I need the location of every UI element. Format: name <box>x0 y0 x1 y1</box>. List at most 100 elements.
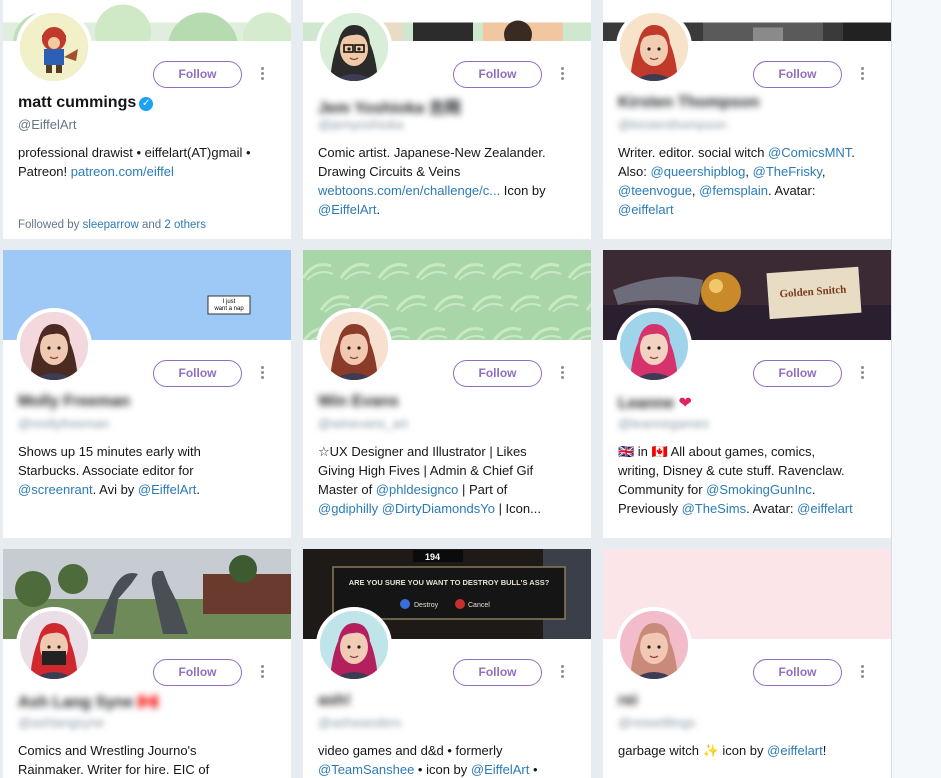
bio-text: Writer. editor. social witch <box>618 145 769 160</box>
profile-name[interactable]: Leanne ❤ <box>618 393 692 413</box>
bio-link[interactable]: @phldesignco <box>376 482 459 497</box>
followed-by: Followed by sleeparrow and 2 others <box>18 219 206 231</box>
bio-line: @teenvogue, @femsplain. Avatar: <box>618 181 880 200</box>
profile-bio: Shows up 15 minutes early with Starbucks.… <box>18 442 280 499</box>
verified-badge-icon: ✓ <box>139 97 154 111</box>
profile-handle[interactable]: @ashwanders <box>318 715 401 730</box>
follow-button[interactable]: Follow <box>753 659 842 686</box>
bio-link[interactable]: @TeamSanshee <box>318 762 414 777</box>
profile-name[interactable]: Molly Freeman <box>18 393 130 411</box>
profile-handle[interactable]: @reiweltlings <box>618 715 696 730</box>
profile-name[interactable]: Kirsten Thompson <box>618 94 759 112</box>
profile-name[interactable]: Jem Yoshioka 吉岡 <box>318 94 461 118</box>
profile-handle[interactable]: @winevans_art <box>318 416 408 431</box>
bio-text: Comic artist. Japanese-New Zealander. <box>318 145 546 160</box>
profile-card[interactable]: I just want a nap Follow Molly Freeman @mo… <box>3 250 291 538</box>
profile-avatar[interactable] <box>316 607 392 683</box>
bio-text: ☆UX Designer and Illustrator | Likes <box>318 444 527 459</box>
more-options-icon[interactable] <box>557 664 567 680</box>
profile-card[interactable]: Follow Jem Yoshioka 吉岡 @jemyoshioka Comic a… <box>303 0 591 239</box>
follow-button[interactable]: Follow <box>453 659 542 686</box>
more-options-icon[interactable] <box>257 664 267 680</box>
bio-link[interactable]: @eiffelart <box>797 501 853 516</box>
profile-name[interactable]: rei <box>618 692 638 710</box>
profile-card[interactable]: Golden Snitch Follow Leanne ❤ @leannegames… <box>603 250 891 538</box>
bio-text: 🇬🇧 in 🇨🇦 All about games, comics, <box>618 444 816 459</box>
profile-name[interactable]: ash! <box>318 692 351 710</box>
follow-button[interactable]: Follow <box>453 61 542 88</box>
follow-button[interactable]: Follow <box>153 360 242 387</box>
follow-button[interactable]: Follow <box>153 659 242 686</box>
bio-text: Previously <box>618 501 682 516</box>
bio-link[interactable]: @eiffelart <box>618 202 674 217</box>
profile-name[interactable]: matt cummings ✓ <box>18 94 154 112</box>
bio-link[interactable]: webtoons.com/en/challenge/c... <box>318 183 500 198</box>
profile-handle[interactable]: @leannegames <box>618 416 709 431</box>
profile-handle[interactable]: @jemyoshioka <box>318 117 403 132</box>
follow-button[interactable]: Follow <box>153 61 242 88</box>
profile-name-text: Jem Yoshioka 吉岡 <box>318 100 461 117</box>
profile-avatar[interactable] <box>316 9 392 85</box>
more-options-icon[interactable] <box>557 365 567 381</box>
bio-link[interactable]: @eiffelart <box>767 743 823 758</box>
profile-avatar[interactable] <box>16 607 92 683</box>
bio-link[interactable]: @EiffelArt <box>138 482 196 497</box>
more-options-icon[interactable] <box>257 66 267 82</box>
follow-button[interactable]: Follow <box>453 360 542 387</box>
profile-card[interactable]: Follow rei @reiweltlings garbage witch ✨ ic… <box>603 549 891 778</box>
bio-line: Shows up 15 minutes early with <box>18 442 280 461</box>
bio-line: Comic artist. Japanese-New Zealander. <box>318 143 580 162</box>
bio-text: Giving High Fives | Admin & Chief Gif <box>318 463 534 478</box>
profile-card[interactable]: Follow Ash Lang Syne 🇨🇦 @ashlangsyne Comics… <box>3 549 291 778</box>
profile-handle[interactable]: @ashlangsyne <box>18 715 104 730</box>
bio-link[interactable]: patreon.com/eiffel <box>71 164 174 179</box>
profile-card[interactable]: Follow Win Evans @winevans_art ☆UX Designer… <box>303 250 591 538</box>
more-options-icon[interactable] <box>257 365 267 381</box>
follow-button[interactable]: Follow <box>753 360 842 387</box>
profile-handle[interactable]: @kirstenthompson <box>618 117 727 132</box>
profile-handle[interactable]: @EiffelArt <box>18 117 76 132</box>
bio-line: @eiffelart <box>618 200 880 219</box>
followed-by-text: Followed by <box>18 219 83 231</box>
profile-card[interactable]: Follow matt cummings ✓ @EiffelArt profession… <box>3 0 291 239</box>
bio-line: Rainmaker. Writer for hire. EIC of <box>18 760 280 778</box>
profile-name[interactable]: Win Evans <box>318 393 399 411</box>
bio-link[interactable]: @TheFrisky <box>753 164 822 179</box>
bio-link[interactable]: @DirtyDiamondsYo <box>382 501 495 516</box>
profile-name[interactable]: Ash Lang Syne 🇨🇦 <box>18 692 158 712</box>
bio-text: Starbucks. Associate editor for <box>18 463 194 478</box>
followed-by-link[interactable]: sleeparrow <box>83 219 139 231</box>
profile-bio: video games and d&d • formerly @TeamSansh… <box>318 741 580 778</box>
more-options-icon[interactable] <box>857 66 867 82</box>
bio-text: . <box>851 145 855 160</box>
bio-link[interactable]: @screenrant <box>18 482 93 497</box>
more-options-icon[interactable] <box>557 66 567 82</box>
bio-link[interactable]: @SmokingGunInc <box>706 482 812 497</box>
profile-handle[interactable]: @mollyfreeman <box>18 416 109 431</box>
bio-link[interactable]: @EiffelArt <box>471 762 529 777</box>
bio-link[interactable]: @gdiphilly <box>318 501 378 516</box>
bio-line: @EiffelArt. <box>318 200 580 219</box>
profile-name-text: matt cummings <box>18 94 137 111</box>
bio-link[interactable]: @EiffelArt <box>318 202 376 217</box>
profile-avatar[interactable] <box>16 308 92 384</box>
followed-by-link[interactable]: 2 others <box>164 219 206 231</box>
profile-avatar[interactable] <box>316 308 392 384</box>
bio-line: professional drawist • eiffelart(AT)gmai… <box>18 143 280 162</box>
more-options-icon[interactable] <box>857 365 867 381</box>
profile-avatar[interactable] <box>16 9 92 85</box>
profile-avatar[interactable] <box>616 9 692 85</box>
follow-button[interactable]: Follow <box>753 61 842 88</box>
profile-card[interactable]: 194 ARE YOU SURE YOU WANT TO DESTROY BUL… <box>303 549 591 778</box>
scrollbar-area[interactable] <box>891 0 941 778</box>
bio-link[interactable]: @femsplain <box>699 183 768 198</box>
bio-link[interactable]: @TheSims <box>682 501 747 516</box>
bio-link[interactable]: @ComicsMNT <box>768 145 851 160</box>
bio-link[interactable]: @teenvogue <box>618 183 692 198</box>
more-options-icon[interactable] <box>857 664 867 680</box>
profile-avatar[interactable] <box>616 607 692 683</box>
profile-card[interactable]: Follow Kirsten Thompson @kirstenthompson Wr… <box>603 0 891 239</box>
profile-avatar[interactable] <box>616 308 692 384</box>
bio-line: Community for @SmokingGunInc. <box>618 480 880 499</box>
bio-link[interactable]: @queershipblog <box>651 164 746 179</box>
